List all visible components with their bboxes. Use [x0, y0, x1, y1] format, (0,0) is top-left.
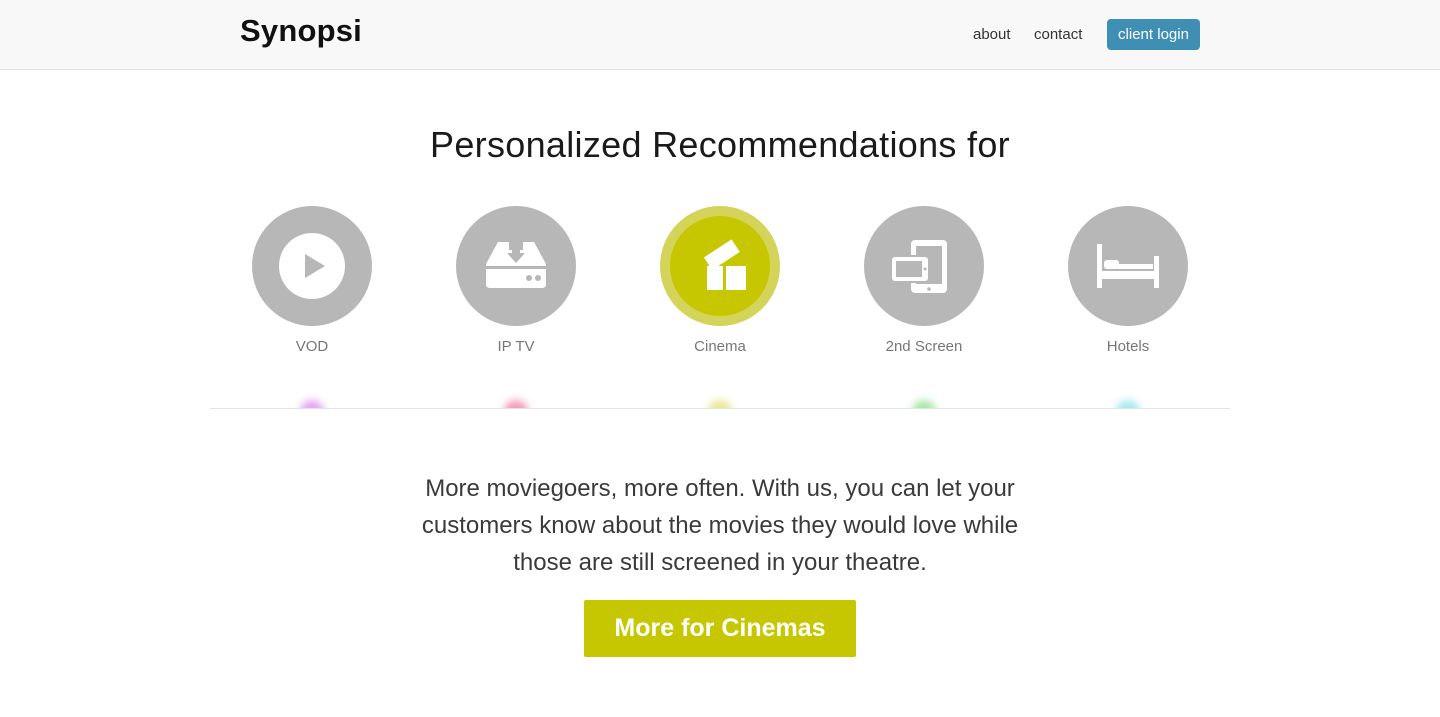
segment-label: IP TV: [497, 338, 535, 355]
segment-label: Hotels: [1106, 338, 1150, 355]
section-divider: [210, 408, 1230, 409]
segment-label: Cinema: [694, 338, 746, 355]
segment-circle-active: [660, 206, 780, 326]
devices-icon: [890, 240, 947, 293]
segment-label: 2nd Screen: [885, 338, 963, 355]
nav-about-link[interactable]: about: [973, 26, 1011, 43]
segment-cinema[interactable]: Cinema: [640, 206, 800, 366]
play-icon: [279, 233, 345, 299]
segment-2nd-screen[interactable]: 2nd Screen: [844, 206, 1004, 366]
more-for-cinemas-button[interactable]: More for Cinemas: [584, 600, 856, 657]
segment-circle: [1068, 206, 1188, 326]
segment-vod[interactable]: VOD: [232, 206, 392, 366]
segment-description: More moviegoers, more often. With us, yo…: [421, 475, 1019, 576]
segment-glow-2nd-screen: [904, 390, 944, 408]
segment-circle: [864, 206, 984, 326]
segment-glow-cinema: [700, 390, 740, 408]
bed-icon: [1097, 244, 1159, 288]
segment-glow-vod: [292, 390, 332, 408]
ticket-icon: [703, 239, 746, 290]
nav-contact-link[interactable]: contact: [1034, 26, 1082, 43]
set-top-box-icon: [486, 242, 546, 288]
segment-label: VOD: [295, 338, 329, 355]
segment-circle: [456, 206, 576, 326]
segment-circle: [252, 206, 372, 326]
segment-glow-iptv: [496, 390, 536, 408]
brand-logo[interactable]: Synopsi: [240, 13, 362, 49]
page-headline: Personalized Recommendations for: [430, 124, 1010, 165]
top-navbar: Synopsi about contact client login: [0, 0, 1440, 70]
client-login-button[interactable]: client login: [1107, 19, 1200, 50]
segment-hotels[interactable]: Hotels: [1048, 206, 1208, 366]
segment-glow-hotels: [1108, 390, 1148, 408]
segment-iptv[interactable]: IP TV: [436, 206, 596, 366]
